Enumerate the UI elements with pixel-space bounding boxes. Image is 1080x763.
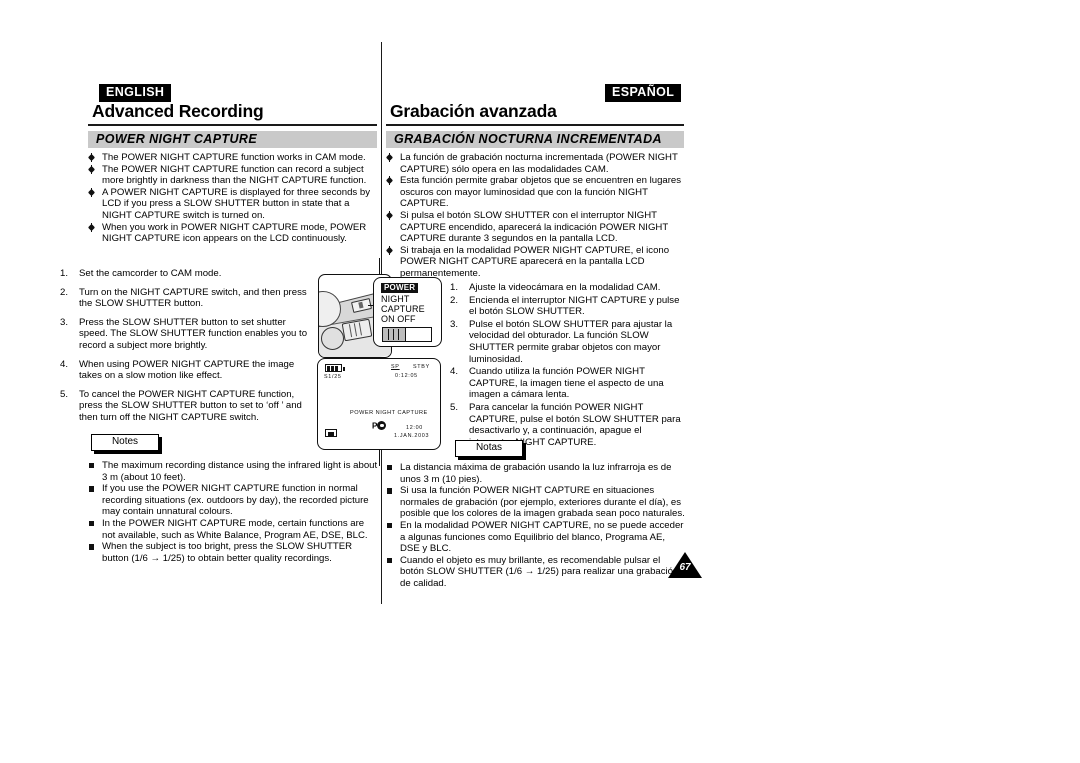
notes-label-english: Notes <box>91 434 159 451</box>
list-item: Si usa la función POWER NIGHT CAPTURE en… <box>386 485 686 520</box>
connector-line-bottom <box>379 450 381 466</box>
lcd-timecode: 0:12:05 <box>395 373 418 379</box>
notes-list-english: The maximum recording distance using the… <box>88 460 380 564</box>
list-item: La distancia máxima de grabación usando … <box>386 462 686 485</box>
camcorder-illustration: POWER NIGHT CAPTURE ON OFF <box>318 274 442 358</box>
switch-capture-label: CAPTURE <box>381 304 425 314</box>
language-badge-spanish: ESPAÑOL <box>605 84 682 102</box>
list-item: Cuando utiliza la función POWER NIGHT CA… <box>450 366 664 401</box>
page-number-badge: 67 <box>668 552 702 578</box>
switch-power-label: POWER <box>381 283 419 293</box>
lcd-record-mode: SP <box>391 364 400 370</box>
list-item: To cancel the POWER NIGHT CAPTURE functi… <box>60 388 302 423</box>
lcd-message: POWER NIGHT CAPTURE <box>350 410 428 416</box>
list-item: When you work in POWER NIGHT CAPTURE mod… <box>88 222 378 245</box>
lcd-date: 1.JAN.2003 <box>394 433 430 439</box>
notes-list-spanish: La distancia máxima de grabación usando … <box>386 462 686 590</box>
connector-line-top <box>379 258 381 275</box>
list-item: Pulse el botón SLOW SHUTTER para ajustar… <box>450 318 673 365</box>
list-item: If you use the POWER NIGHT CAPTURE funct… <box>88 483 380 518</box>
chapter-title-spanish: Grabación avanzada <box>390 101 557 121</box>
switch-toggle-knob <box>383 328 406 341</box>
switch-night-label: NIGHT <box>381 294 410 304</box>
chapter-title-english: Advanced Recording <box>92 101 264 121</box>
list-item: In the POWER NIGHT CAPTURE mode, certain… <box>88 518 380 541</box>
lcd-icon-dot <box>377 421 387 430</box>
title-rule-english <box>88 124 377 126</box>
list-item: The POWER NIGHT CAPTURE function works i… <box>88 152 378 164</box>
power-night-capture-icon: P <box>372 421 387 431</box>
night-capture-switch-callout: POWER NIGHT CAPTURE ON OFF <box>373 277 442 347</box>
list-item: A POWER NIGHT CAPTURE is displayed for t… <box>88 187 378 222</box>
list-item: Cuando el objeto es muy brillante, es re… <box>386 555 686 590</box>
switch-onoff-label: ON OFF <box>381 314 416 324</box>
list-item: The POWER NIGHT CAPTURE function can rec… <box>88 164 378 187</box>
list-item: Esta función permite grabar objetos que … <box>386 175 684 210</box>
manual-page: ENGLISH Advanced Recording POWER NIGHT C… <box>0 0 1080 763</box>
steps-list-spanish: Ajuste la videocámara en la modalidad CA… <box>450 282 684 449</box>
bullet-list-english: The POWER NIGHT CAPTURE function works i… <box>88 152 378 245</box>
list-item: Turn on the NIGHT CAPTURE switch, and th… <box>60 286 307 310</box>
list-item: Encienda el interruptor NIGHT CAPTURE y … <box>450 294 680 318</box>
switch-toggle-icon <box>382 327 432 342</box>
list-item: Press the SLOW SHUTTER button to set shu… <box>60 316 308 351</box>
list-item: Si pulsa el botón SLOW SHUTTER con el in… <box>386 210 684 245</box>
bullet-list-spanish: La función de grabación nocturna increme… <box>386 152 684 280</box>
language-badge-english: ENGLISH <box>99 84 172 102</box>
notes-label-spanish: Notas <box>455 440 523 457</box>
camcorder-dial-icon <box>321 327 344 350</box>
section-header-spanish: GRABACIÓN NOCTURNA INCREMENTADA <box>386 131 684 148</box>
lcd-screen-illustration: S1/25 SP STBY 0:12:05 POWER NIGHT CAPTUR… <box>317 358 441 450</box>
tape-icon <box>325 429 337 437</box>
steps-list-english: Set the camcorder to CAM mode. Turn on t… <box>60 268 313 431</box>
list-item: En la modalidad POWER NIGHT CAPTURE, no … <box>386 520 686 555</box>
lcd-status: STBY <box>413 364 430 370</box>
title-rule-spanish <box>386 124 684 126</box>
lcd-time: 12:00 <box>406 425 423 431</box>
list-item: Set the camcorder to CAM mode. <box>60 268 222 279</box>
section-header-english: POWER NIGHT CAPTURE <box>88 131 377 148</box>
page-number: 67 <box>679 562 691 573</box>
battery-cap-icon <box>342 367 345 371</box>
list-item: When using POWER NIGHT CAPTURE the image… <box>60 358 295 382</box>
list-item: The maximum recording distance using the… <box>88 460 380 483</box>
list-item: La función de grabación nocturna increme… <box>386 152 684 175</box>
battery-icon <box>325 364 345 372</box>
list-item: Ajuste la videocámara en la modalidad CA… <box>450 282 661 293</box>
lcd-shutter-speed: S1/25 <box>324 374 342 380</box>
list-item: When the subject is too bright, press th… <box>88 541 380 564</box>
